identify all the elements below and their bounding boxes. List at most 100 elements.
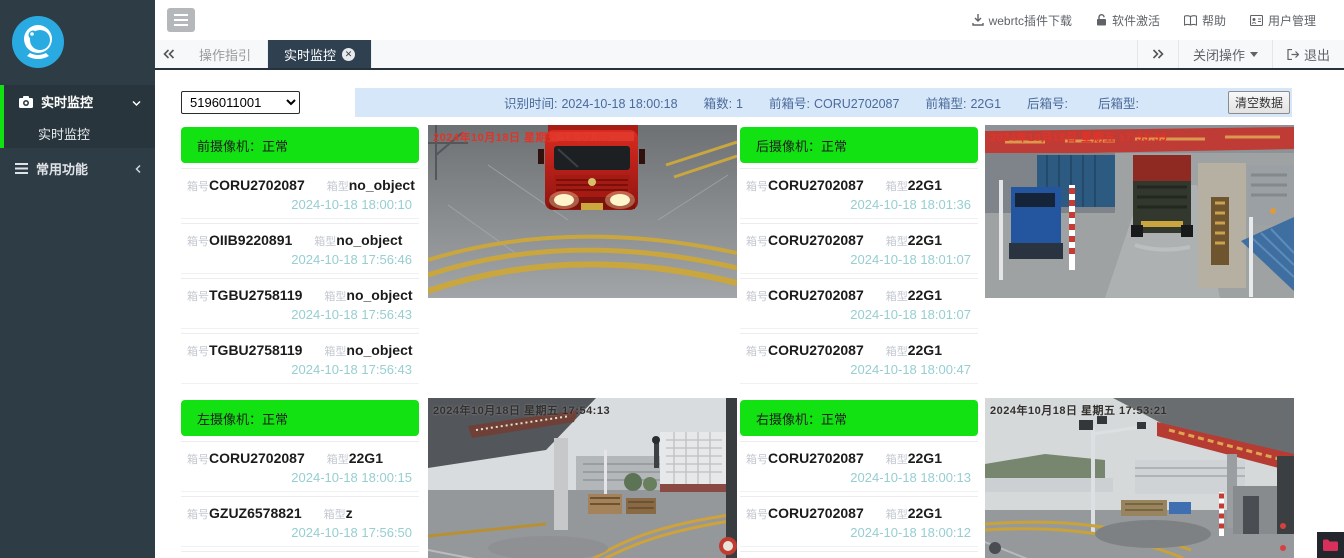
record-timestamp: 2024-10-18 18:00:12 <box>850 525 971 540</box>
tab-operation-guide[interactable]: 操作指引 <box>183 40 268 68</box>
device-select[interactable]: 5196011001 <box>181 91 300 114</box>
box-type-value: 22G1 <box>908 232 942 248</box>
chevron-down-icon <box>132 94 141 109</box>
record-item: 箱号CORU2702087箱型22G12024-10-18 18:00:12 <box>740 496 978 546</box>
panel-rear-camera: 后摄像机：正常 箱号CORU2702087箱型22G12024-10-18 18… <box>740 127 978 389</box>
box-type-value: 22G1 <box>908 450 942 466</box>
sidebar-group-label: 实时监控 <box>41 92 93 111</box>
tab-label: 操作指引 <box>199 45 251 64</box>
box-no-value: CORU2702087 <box>209 177 305 193</box>
box-no-value: GZUZ6578821 <box>209 505 302 521</box>
box-type-value: no_object <box>349 177 415 193</box>
exit-label: 退出 <box>1304 45 1330 64</box>
box-type-label: 箱型 <box>886 233 908 249</box>
double-chevron-left-icon <box>163 49 175 59</box>
box-no-value: CORU2702087 <box>768 505 864 521</box>
box-type-label: 箱型 <box>324 506 346 522</box>
close-operations-dropdown[interactable]: 关闭操作 <box>1178 40 1272 68</box>
user-management-link[interactable]: 用户管理 <box>1250 12 1316 29</box>
record-item-partial <box>181 551 419 558</box>
webrtc-download-link[interactable]: webrtc插件下载 <box>972 12 1072 29</box>
record-timestamp: 2024-10-18 18:00:15 <box>291 470 412 485</box>
panel-right-camera: 右摄像机：正常 箱号CORU2702087箱型22G12024-10-18 18… <box>740 400 978 558</box>
close-operations-label: 关闭操作 <box>1193 45 1245 64</box>
record-item: 箱号TGBU2758119箱型no_object2024-10-18 17:56… <box>181 278 419 328</box>
record-timestamp: 2024-10-18 18:00:10 <box>291 197 412 212</box>
record-item: 箱号CORU2702087箱型22G12024-10-18 18:00:13 <box>740 441 978 491</box>
user-management-label: 用户管理 <box>1268 12 1316 29</box>
clear-data-button[interactable]: 清空数据 <box>1228 91 1290 114</box>
exit-button[interactable]: 退出 <box>1272 40 1344 68</box>
box-type-value: no_object <box>346 342 412 358</box>
tab-realtime-monitor[interactable]: 实时监控 ✕ <box>268 40 372 68</box>
box-type-value: 22G1 <box>908 505 942 521</box>
tab-bar: 操作指引 实时监控 ✕ 关闭操作 退出 <box>155 40 1344 70</box>
box-no-value: TGBU2758119 <box>209 342 302 358</box>
sidebar-item-realtime-monitor[interactable]: 实时监控 <box>4 118 155 148</box>
record-timestamp: 2024-10-18 18:00:47 <box>850 362 971 377</box>
box-type-value: no_object <box>336 232 402 248</box>
sidebar-toggle-button[interactable] <box>167 8 195 32</box>
box-type-value: z <box>346 505 353 521</box>
record-item: 箱号CORU2702087箱型22G12024-10-18 18:01:07 <box>740 278 978 328</box>
box-no-label: 箱号 <box>746 233 768 249</box>
record-timestamp: 2024-10-18 18:01:36 <box>850 197 971 212</box>
box-no-value: CORU2702087 <box>768 287 864 303</box>
camera-feed-left: 2024年10月18日 星期五 17:54:13 <box>428 398 737 558</box>
help-label: 帮助 <box>1202 12 1226 29</box>
record-item: 箱号CORU2702087箱型22G12024-10-18 18:01:36 <box>740 168 978 218</box>
box-no-value: CORU2702087 <box>768 450 864 466</box>
download-icon <box>972 14 984 26</box>
webcam-logo-icon <box>12 16 64 68</box>
front-box-no: 前箱号:CORU2702087 <box>769 93 899 112</box>
sidebar-group-common[interactable]: 常用功能 <box>0 152 155 185</box>
record-item: 箱号CORU2702087 箱型no_object 2024-10-18 18:00… <box>181 168 419 218</box>
box-no-label: 箱号 <box>746 288 768 304</box>
sidebar-secondary-label: 常用功能 <box>36 159 88 178</box>
rear-camera-status-badge: 后摄像机：正常 <box>740 127 978 163</box>
box-no-value: CORU2702087 <box>768 177 864 193</box>
camera-timestamp-overlay: 2024年10月18日 星期五 17:53:35 <box>990 129 1167 145</box>
box-no-label: 箱号 <box>187 178 209 194</box>
camera-timestamp-overlay: 2024年10月18日 星期五 17:53:21 <box>990 402 1167 418</box>
box-no-label: 箱号 <box>187 288 209 304</box>
double-chevron-right-icon <box>1152 49 1164 59</box>
box-type-value: 22G1 <box>349 450 383 466</box>
record-item: 箱号CORU2702087箱型22G12024-10-18 18:00:47 <box>740 333 978 383</box>
sign-out-icon <box>1287 49 1299 60</box>
front-box-type: 前箱型:22G1 <box>925 93 1001 112</box>
tabs-scroll-left-button[interactable] <box>155 40 183 68</box>
camera-timestamp-overlay: 2024年10月18日 星期五 17:54:13 <box>433 402 610 418</box>
record-item: 箱号CORU2702087箱型22G12024-10-18 18:00:15 <box>181 441 419 491</box>
rear-box-no: 后箱号: <box>1027 93 1072 112</box>
right-camera-record-list: 箱号CORU2702087箱型22G12024-10-18 18:00:13箱号… <box>740 441 978 558</box>
chevron-left-icon <box>135 161 141 176</box>
record-timestamp: 2024-10-18 18:01:07 <box>850 307 971 322</box>
box-type-value: 22G1 <box>908 287 942 303</box>
record-item: 箱号OIIB9220891箱型no_object2024-10-18 17:56… <box>181 223 419 273</box>
camera-timestamp-overlay: 2024年10月18日 星期五 18:02:05 <box>433 129 610 145</box>
tab-close-icon[interactable]: ✕ <box>342 48 355 61</box>
camera-feed-right: 2024年10月18日 星期五 17:53:21 <box>985 398 1294 558</box>
sidebar-group-realtime[interactable]: 实时监控 实时监控 <box>0 85 155 148</box>
box-no-value: OIIB9220891 <box>209 232 292 248</box>
box-type-value: no_object <box>346 287 412 303</box>
list-icon <box>15 163 28 174</box>
box-no-value: TGBU2758119 <box>209 287 302 303</box>
box-type-label: 箱型 <box>324 343 346 359</box>
lock-icon <box>1096 14 1107 26</box>
tab-label: 实时监控 <box>284 45 336 64</box>
right-camera-status-badge: 右摄像机：正常 <box>740 400 978 436</box>
folder-widget-button[interactable] <box>1317 532 1344 558</box>
help-book-icon <box>1184 15 1197 26</box>
box-no-label: 箱号 <box>746 343 768 359</box>
box-type-label: 箱型 <box>886 178 908 194</box>
help-link[interactable]: 帮助 <box>1184 12 1226 29</box>
software-activation-link[interactable]: 软件激活 <box>1096 12 1160 29</box>
box-no-label: 箱号 <box>187 451 209 467</box>
box-type-label: 箱型 <box>327 178 349 194</box>
panel-front-camera: 前摄像机：正常 箱号CORU2702087箱型no_object2024-10-… <box>181 127 419 389</box>
box-type-label: 箱型 <box>314 233 336 249</box>
front-camera-record-list: 箱号CORU2702087箱型no_object2024-10-18 18:00… <box>181 168 419 383</box>
tabs-scroll-right-button[interactable] <box>1137 40 1178 68</box>
